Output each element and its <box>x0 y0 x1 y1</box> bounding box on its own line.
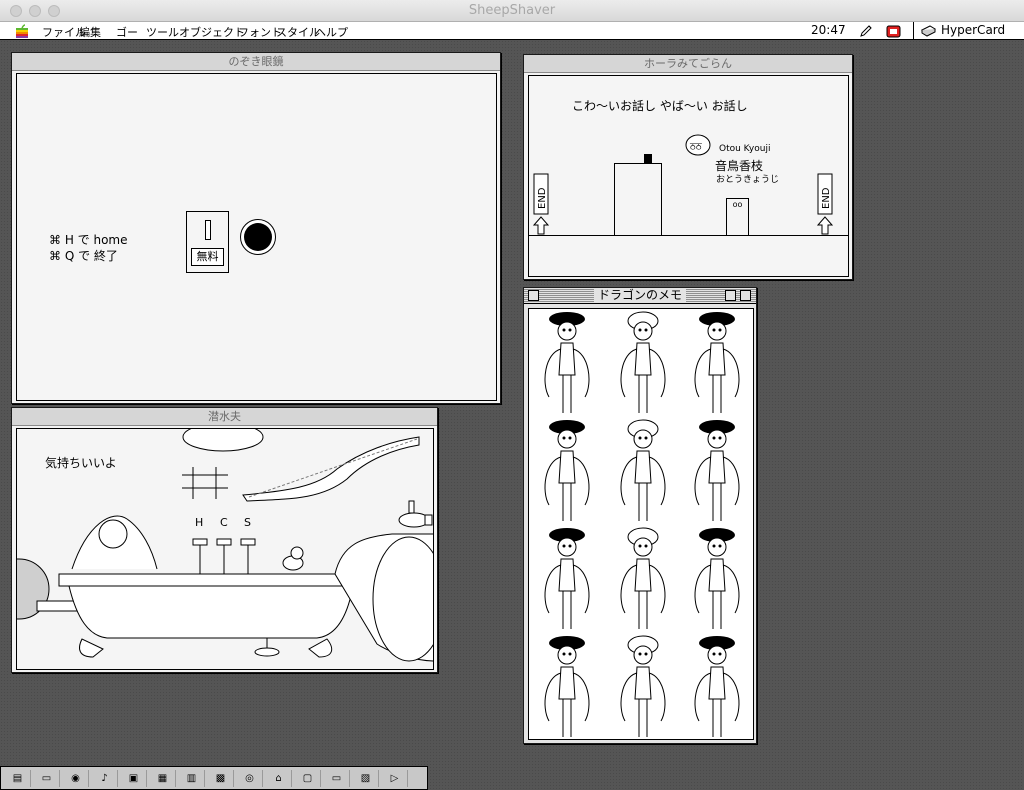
control-strip-disk-icon[interactable]: ▢ <box>295 770 321 787</box>
peephole-button[interactable] <box>240 219 276 255</box>
control-strip-network-icon[interactable]: ▧ <box>353 770 379 787</box>
sensuifu-card-content: 気持ちいいよ H C S <box>16 428 434 670</box>
dark-haired-figure <box>694 312 740 413</box>
control-strip-printer-icon[interactable]: ▭ <box>324 770 350 787</box>
name-romaji: Otou Kyouji <box>719 144 771 154</box>
window-close-box[interactable] <box>528 290 539 301</box>
light-haired-figure <box>620 635 666 737</box>
menu-edit[interactable]: 編集 <box>79 24 101 40</box>
sensuifu-window[interactable]: 潜水夫 気持ちいいよ H C S <box>11 407 438 673</box>
nozoki-card-content: ⌘ H で home ⌘ Q で 終了 無料 <box>16 73 497 401</box>
menu-help[interactable]: ヘルプ <box>315 24 348 40</box>
svg-text:ਠਠ: ਠਠ <box>689 142 703 152</box>
control-strip-appletalk-icon[interactable]: ▣ <box>121 770 147 787</box>
control-strip-resolution-icon[interactable]: ▩ <box>208 770 234 787</box>
window-zoom-box[interactable] <box>725 290 736 301</box>
bathroom-illustration <box>17 429 433 662</box>
figure-pattern <box>544 311 740 737</box>
dragon-memo-title: ドラゴンのメモ <box>594 288 687 303</box>
dark-haired-figure <box>694 420 740 521</box>
face-icon: ਠਠ <box>685 134 711 156</box>
dark-haired-figure <box>544 312 590 413</box>
control-strip-sharing-icon[interactable]: ▤ <box>5 770 31 787</box>
sensuifu-titlebar[interactable]: 潜水夫 <box>12 408 437 426</box>
balloon-help-icon[interactable] <box>886 24 901 38</box>
menu-bar: ファイル 編集 ゴー ツール オブジェクト フォント スタイル ヘルプ 20:4… <box>0 22 1024 40</box>
nozoki-megane-window[interactable]: のぞき眼鏡 ⌘ H で home ⌘ Q で 終了 無料 <box>11 52 501 404</box>
light-haired-figure <box>620 311 666 413</box>
menu-objects[interactable]: オブジェクト <box>179 24 245 40</box>
svg-text:END: END <box>821 187 832 209</box>
control-strip: ▤ ▭ ◉ ♪ ▣ ▦ ▥ ▩ ◎ ⌂ ▢ ▭ ▧ ▷ <box>0 766 428 790</box>
dark-haired-figure <box>694 636 740 737</box>
control-strip-disc-icon[interactable]: ◎ <box>237 770 263 787</box>
home-shortcut-text: ⌘ H で home <box>49 233 128 247</box>
light-haired-figure <box>620 527 666 629</box>
name-kana: おとうきょうじ <box>716 175 780 185</box>
control-strip-fileshare-icon[interactable]: ▦ <box>150 770 176 787</box>
control-strip-sound-icon[interactable]: ♪ <box>92 770 118 787</box>
menu-clock[interactable]: 20:47 <box>811 23 846 37</box>
tap-hot-label: H <box>195 516 204 529</box>
quit-shortcut-text: ⌘ Q で 終了 <box>49 249 118 263</box>
free-label: 無料 <box>191 248 224 266</box>
end-sign-left[interactable]: END <box>533 173 549 235</box>
host-window-titlebar: SheepShaver <box>0 0 1024 22</box>
end-sign-right[interactable]: END <box>817 173 833 235</box>
building <box>614 163 662 236</box>
menu-go[interactable]: ゴー <box>116 24 138 40</box>
window-collapse-box[interactable] <box>740 290 751 301</box>
hora-mitegoran-window[interactable]: ホーラみてごらん こわ〜いお話し やば〜い お話し ਠਠ Otou Kyouji… <box>523 54 853 280</box>
hora-card-content: こわ〜いお話し やば〜い お話し ਠਠ Otou Kyouji 音鳥香枝 おとう… <box>528 75 849 277</box>
dark-haired-figure <box>694 528 740 629</box>
ground-line <box>529 235 848 236</box>
chimney <box>644 154 652 164</box>
menu-tools[interactable]: ツール <box>146 24 179 40</box>
application-menu[interactable]: HyperCard <box>941 23 1005 37</box>
light-haired-figure <box>620 419 666 521</box>
control-strip-lock-icon[interactable]: ⌂ <box>266 770 292 787</box>
tap-cold-label: C <box>220 516 228 529</box>
peephole-lens <box>244 223 272 251</box>
hora-mitegoran-titlebar[interactable]: ホーラみてごらん <box>524 55 852 73</box>
dark-haired-figure <box>544 528 590 629</box>
pencil-icon[interactable] <box>859 24 873 38</box>
nozoki-megane-titlebar[interactable]: のぞき眼鏡 <box>12 53 500 71</box>
coin-slot <box>205 220 211 240</box>
control-strip-cd-icon[interactable]: ◉ <box>63 770 89 787</box>
control-strip-monitor-icon[interactable]: ▭ <box>34 770 60 787</box>
apple-menu-icon[interactable] <box>15 24 29 39</box>
dark-haired-figure <box>544 636 590 737</box>
host-window-title: SheepShaver <box>468 3 556 18</box>
control-strip-colordepth-icon[interactable]: ▥ <box>179 770 205 787</box>
hypercard-app-icon[interactable] <box>920 24 936 38</box>
dragon-memo-window[interactable]: ドラゴンのメモ <box>523 287 757 744</box>
tap-shower-label: S <box>244 516 251 529</box>
dragon-card-content <box>528 308 754 740</box>
tree-stump: oo <box>726 198 749 236</box>
control-strip-arrow-icon[interactable]: ▷ <box>382 770 408 787</box>
menu-style[interactable]: スタイル <box>276 24 320 40</box>
svg-text:END: END <box>537 187 548 209</box>
story-headline: こわ〜いお話し やば〜い お話し <box>572 99 748 113</box>
classic-desktop: ファイル 編集 ゴー ツール オブジェクト フォント スタイル ヘルプ 20:4… <box>0 22 1024 790</box>
peep-machine[interactable]: 無料 <box>186 211 229 273</box>
dark-haired-figure <box>544 420 590 521</box>
